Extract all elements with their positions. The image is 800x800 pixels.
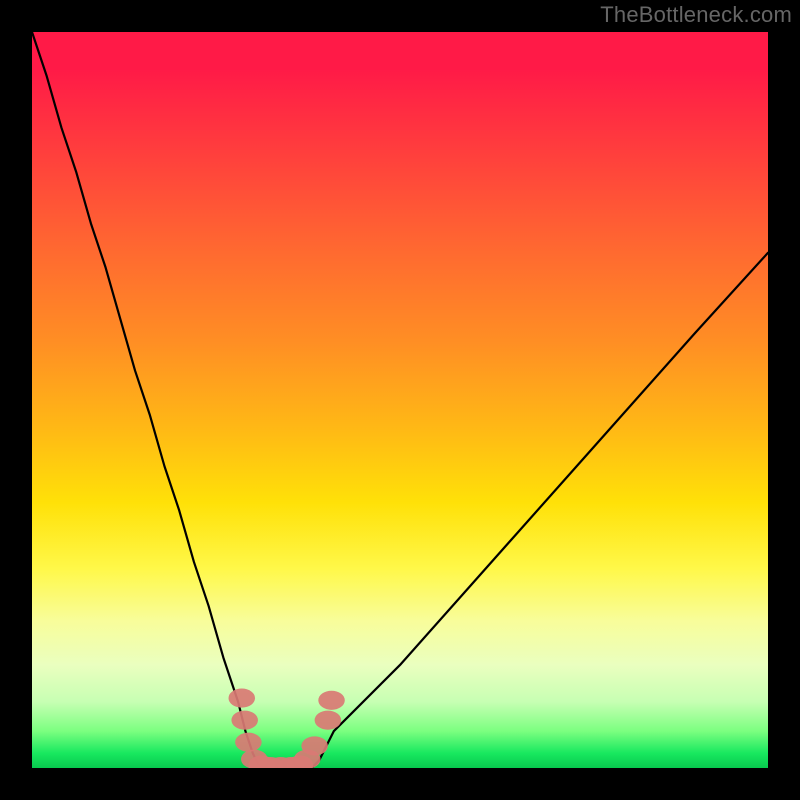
- chart-frame: TheBottleneck.com: [0, 0, 800, 800]
- trough-marker: [235, 733, 262, 752]
- plot-area: [32, 32, 768, 768]
- trough-marker: [231, 711, 258, 730]
- marker-layer: [32, 32, 768, 768]
- trough-marker: [229, 689, 256, 708]
- trough-marker: [318, 691, 345, 710]
- trough-marker: [301, 736, 328, 755]
- trough-marker: [315, 711, 342, 730]
- watermark-text: TheBottleneck.com: [600, 2, 792, 28]
